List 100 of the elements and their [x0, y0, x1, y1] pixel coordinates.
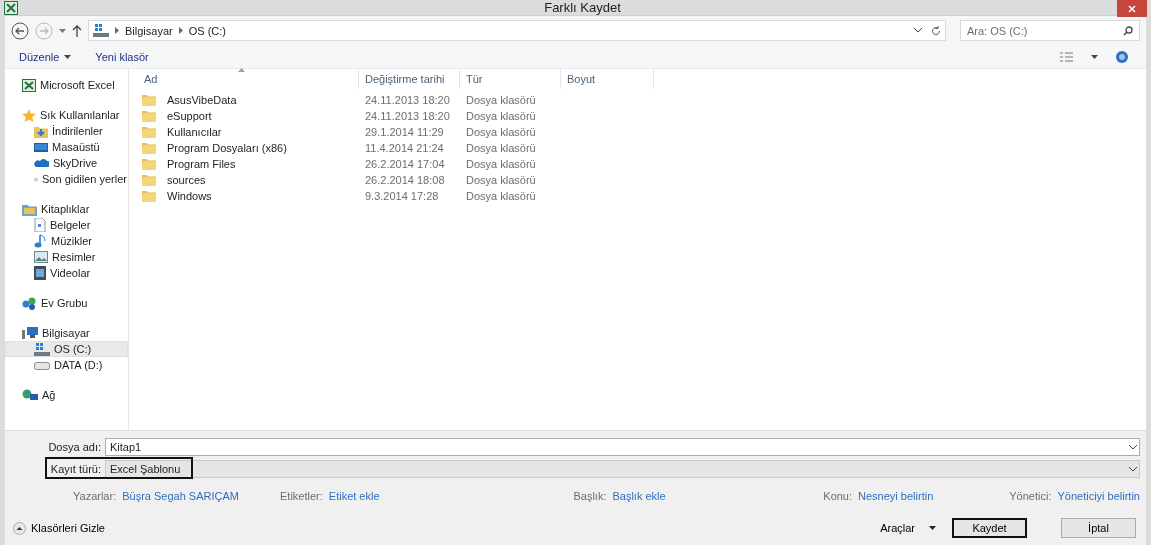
- file-name[interactable]: Program Dosyaları (x86): [161, 142, 287, 154]
- sidebar-item[interactable]: Resimler: [5, 249, 128, 265]
- back-button[interactable]: [11, 21, 29, 40]
- sidebar-item[interactable]: SkyDrive: [5, 155, 128, 171]
- save-type-dropdown[interactable]: Excel Şablonu: [105, 460, 1140, 478]
- close-button[interactable]: [1117, 0, 1147, 17]
- sidebar-item[interactable]: Müzikler: [5, 233, 128, 249]
- folder-icon: [142, 94, 156, 106]
- film-icon: [34, 266, 46, 280]
- sidebar-item[interactable]: Son gidilen yerler: [5, 171, 128, 187]
- new-folder-button[interactable]: Yeni klasör: [95, 50, 149, 63]
- hide-folders-button[interactable]: Klasörleri Gizle: [13, 521, 105, 535]
- drive-icon: [34, 342, 50, 356]
- chevron-right-icon: [115, 27, 119, 34]
- help-button[interactable]: [1116, 50, 1128, 63]
- star-icon: [22, 108, 36, 122]
- metadata-label: Etiketler:: [280, 490, 323, 502]
- file-type: Dosya klasörü: [465, 142, 537, 154]
- up-button[interactable]: [72, 24, 82, 37]
- document-icon: [34, 218, 46, 232]
- folder-icon: [142, 190, 156, 202]
- folder-icon: [142, 142, 156, 154]
- sidebar-item[interactable]: Belgeler: [5, 217, 128, 233]
- search-icon: [1123, 26, 1133, 36]
- sidebar-item[interactable]: Masaüstü: [5, 139, 128, 155]
- metadata-label: Yönetici:: [1009, 490, 1052, 502]
- refresh-button[interactable]: [926, 20, 946, 41]
- column-header[interactable]: Boyut: [561, 69, 654, 89]
- tools-menu[interactable]: Araçlar: [880, 522, 936, 534]
- spreadsheet-icon: [4, 0, 18, 15]
- file-type: Dosya klasörü: [465, 158, 537, 170]
- cloud-icon: [34, 158, 49, 168]
- history-dropdown[interactable]: [59, 28, 66, 33]
- sidebar-item[interactable]: İndirilenler: [5, 123, 128, 139]
- sidebar-item[interactable]: Ev Grubu: [5, 295, 128, 311]
- metadata-label: Konu:: [823, 490, 853, 502]
- file-name[interactable]: eSupport: [161, 110, 212, 122]
- view-dropdown[interactable]: [1091, 54, 1098, 59]
- caret-icon: [929, 526, 936, 530]
- chevron-up-icon: [13, 521, 26, 535]
- file-type: Dosya klasörü: [465, 94, 537, 106]
- sidebar-item[interactable]: Bilgisayar: [5, 325, 128, 341]
- refresh-icon: [930, 25, 941, 36]
- drive-icon: [34, 360, 50, 370]
- sidebar-item[interactable]: Sık Kullanılanlar: [5, 107, 128, 123]
- cancel-button[interactable]: İptal: [1061, 518, 1136, 538]
- save-button[interactable]: Kaydet: [952, 518, 1027, 538]
- file-type: Dosya klasörü: [465, 126, 537, 138]
- folder-icon: [142, 126, 156, 138]
- sort-arrow-icon: [238, 68, 245, 72]
- metadata-link[interactable]: Yöneticiyi belirtin: [1057, 490, 1140, 502]
- sidebar-item[interactable]: OS (C:): [5, 341, 128, 357]
- metadata-link[interactable]: Etiket ekle: [328, 490, 380, 502]
- modified-date: 24.11.2013 18:20: [364, 110, 451, 122]
- modified-date: 11.4.2014 21:24: [364, 142, 445, 154]
- file-type: Dosya klasörü: [465, 174, 537, 186]
- field-label: Dosya adı:: [47, 441, 102, 453]
- column-header[interactable]: Tür: [460, 69, 561, 89]
- modified-date: 24.11.2013 18:20: [364, 94, 451, 106]
- file-name[interactable]: Windows: [161, 190, 212, 202]
- network-icon: [22, 388, 38, 402]
- folder-icon: [142, 174, 156, 186]
- spreadsheet-icon: [22, 78, 36, 92]
- file-name[interactable]: Kullanıcılar: [161, 126, 222, 138]
- sidebar-item[interactable]: DATA (D:): [5, 357, 128, 373]
- window-title: Farklı Kaydet: [544, 0, 621, 15]
- sidebar-item[interactable]: Microsoft Excel: [5, 77, 128, 93]
- file-name-field[interactable]: Kitap1: [105, 438, 1140, 456]
- sidebar-item[interactable]: Videolar: [5, 265, 128, 281]
- library-icon: [22, 202, 37, 216]
- metadata-label: Yazarlar:: [73, 490, 117, 502]
- organize-menu[interactable]: Düzenle: [19, 50, 72, 63]
- sidebar-item[interactable]: Ağ: [5, 387, 128, 403]
- metadata-link[interactable]: Nesneyi belirtin: [858, 490, 934, 502]
- caret-icon: [64, 54, 72, 59]
- search-field[interactable]: Ara: OS (C:): [960, 20, 1140, 41]
- file-type: Dosya klasörü: [465, 110, 537, 122]
- metadata-link[interactable]: Başlık ekle: [612, 490, 666, 502]
- modified-date: 9.3.2014 17:28: [364, 190, 440, 202]
- breadcrumb-item[interactable]: OS (C:): [188, 24, 226, 37]
- modified-date: 26.2.2014 18:08: [364, 174, 446, 186]
- picture-icon: [34, 251, 48, 263]
- modified-date: 26.2.2014 17:04: [364, 158, 446, 170]
- file-name[interactable]: AsusVibeData: [161, 94, 237, 106]
- metadata-link[interactable]: Büşra Segah SARIÇAM: [122, 490, 239, 502]
- sidebar-item[interactable]: Kitaplıklar: [5, 201, 128, 217]
- chevron-down-icon: [914, 28, 922, 33]
- homegroup-icon: [22, 296, 37, 310]
- column-header[interactable]: Ad: [138, 69, 359, 89]
- column-header[interactable]: Değiştirme tarihi: [359, 69, 460, 89]
- caret-icon: [59, 28, 66, 33]
- folder-icon: [142, 158, 156, 170]
- file-type: Dosya klasörü: [465, 190, 537, 202]
- breadcrumb-item[interactable]: Bilgisayar: [125, 24, 173, 37]
- caret-icon: [1091, 54, 1098, 59]
- address-bar[interactable]: Bilgisayar OS (C:): [88, 20, 927, 41]
- field-label: Kayıt türü:: [49, 463, 102, 475]
- metadata-label: Başlık:: [573, 490, 607, 502]
- file-name[interactable]: sources: [161, 174, 206, 186]
- file-name[interactable]: Program Files: [161, 158, 236, 170]
